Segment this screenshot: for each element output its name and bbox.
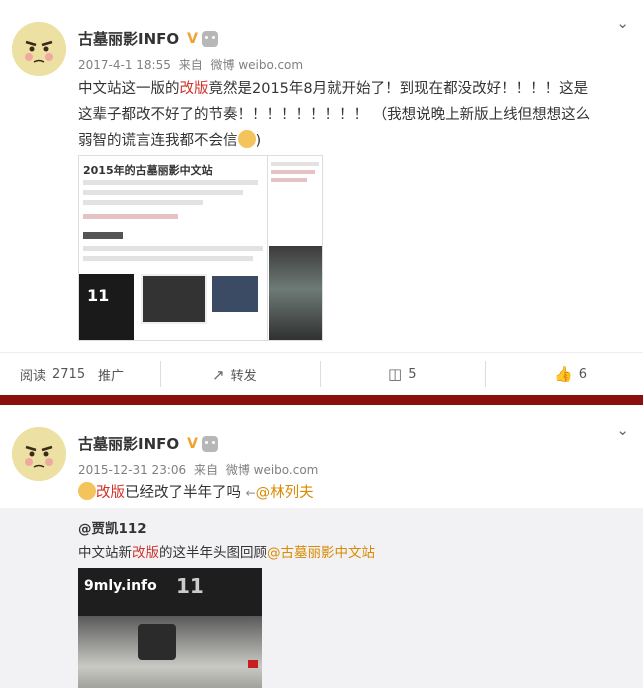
- avatar[interactable]: [12, 22, 66, 76]
- mention-link[interactable]: @林列夫: [256, 485, 314, 501]
- promote-button[interactable]: 推广: [98, 365, 124, 384]
- source-prefix: 来自: [178, 58, 203, 72]
- share-label: 转发: [230, 369, 257, 384]
- text-segment: 已经改了半年了吗: [125, 485, 241, 501]
- repost-text: 中文站新改版的这半年头图回顾@古墓丽影中文站: [78, 541, 375, 561]
- chevron-down-icon[interactable]: ⌄: [616, 14, 629, 32]
- highlight-word: 改版: [179, 81, 209, 97]
- post-actions-bar: 阅读 2715 推广 ↗ 转发 ◫ 5 👍 6: [0, 352, 643, 394]
- like-icon: 👍: [554, 365, 573, 383]
- text-segment: 弱智的谎言连我都不会信: [78, 133, 238, 149]
- robot-badge-icon: [201, 30, 218, 47]
- comment-count: 5: [408, 366, 417, 382]
- text-segment: 这辈子都改不好了的节奏！！！！！！！！！ （我想说晚上新版上线但想想这么: [78, 107, 591, 123]
- text-segment: 中文站这一版的: [78, 81, 180, 97]
- highlight-word: 改版: [96, 485, 125, 501]
- repost-image-text: 9mly.info: [84, 578, 157, 594]
- share-icon: ↗: [212, 365, 225, 384]
- source-prefix: 来自: [193, 463, 218, 477]
- verified-icon: V: [187, 435, 198, 452]
- like-count: 6: [578, 366, 587, 382]
- read-count: 阅读 2715: [20, 365, 85, 384]
- comment-button[interactable]: ◫ 5: [388, 365, 416, 383]
- laugh-emoji-icon: [78, 482, 96, 500]
- post-source[interactable]: 微博 weibo.com: [211, 58, 304, 72]
- cat-emoji-icon: [237, 130, 256, 148]
- verified-icon: V: [187, 30, 198, 47]
- post-meta: 2017-4-1 18:55 来自 微博 weibo.com: [78, 56, 303, 73]
- comment-icon: ◫: [388, 365, 403, 383]
- text-segment: 中文站新: [78, 545, 132, 561]
- text-segment: 竟然是2015年8月就开始了！到现在都没改好！！！！这是: [208, 81, 589, 97]
- post-timestamp[interactable]: 2017-4-1 18:55: [78, 58, 171, 72]
- repost-user[interactable]: @贾凯112: [78, 517, 147, 537]
- arrow-emoji-icon: ←: [245, 486, 256, 500]
- weibo-post: 古墓丽影INFO V 2015-12-31 23:06 来自 微博 weibo.…: [0, 405, 643, 688]
- post-meta: 2015-12-31 23:06 来自 微博 weibo.com: [78, 461, 318, 478]
- mention-link[interactable]: @古墓丽影中文站: [267, 545, 375, 561]
- like-button[interactable]: 👍 6: [554, 365, 587, 383]
- post-divider: [0, 395, 643, 405]
- highlight-word: 改版: [132, 545, 159, 561]
- post-image[interactable]: 2015年的古墓丽影中文站 11: [78, 155, 323, 341]
- reads-value: 2715: [52, 367, 86, 382]
- text-segment: 的这半年头图回顾: [159, 545, 267, 561]
- post-text: 改版已经改了半年了吗 ←@林列夫: [78, 480, 623, 506]
- author-name[interactable]: 古墓丽影INFO: [78, 433, 179, 454]
- post-text: 中文站这一版的改版竟然是2015年8月就开始了！到现在都没改好！！！！这是 这辈…: [78, 76, 623, 154]
- robot-badge-icon: [201, 435, 218, 452]
- image-caption: 2015年的古墓丽影中文站: [83, 164, 213, 177]
- repost-image[interactable]: 9mly.info 11: [78, 568, 262, 688]
- avatar[interactable]: [12, 427, 66, 481]
- post-timestamp[interactable]: 2015-12-31 23:06: [78, 463, 186, 477]
- share-button[interactable]: ↗ 转发: [212, 365, 257, 385]
- chevron-down-icon[interactable]: ⌄: [616, 421, 629, 439]
- reads-label: 阅读: [20, 369, 47, 384]
- promote-label: 推广: [98, 369, 125, 384]
- text-segment: ): [255, 133, 262, 149]
- author-name[interactable]: 古墓丽影INFO: [78, 28, 179, 49]
- weibo-post: 古墓丽影INFO V 2017-4-1 18:55 来自 微博 weibo.co…: [0, 0, 643, 395]
- post-source[interactable]: 微博 weibo.com: [226, 463, 319, 477]
- repost-box: @贾凯112 中文站新改版的这半年头图回顾@古墓丽影中文站 9mly.info …: [0, 508, 643, 688]
